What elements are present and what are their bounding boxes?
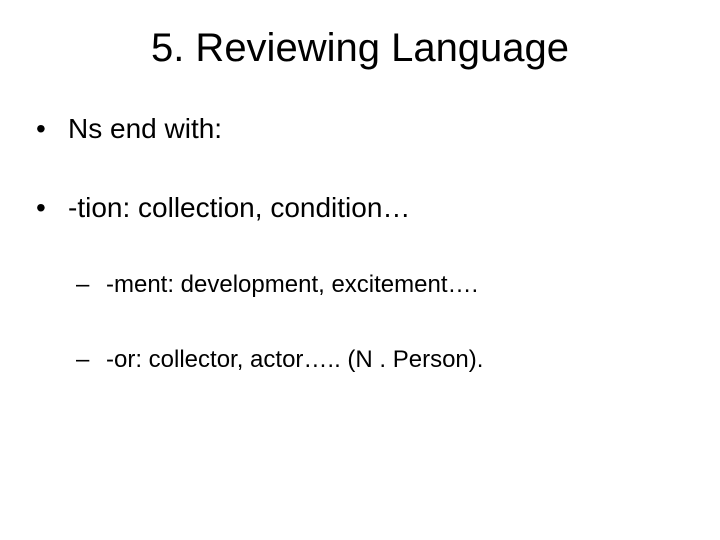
sub-bullet-item: -ment: development, excitement…. [28,269,692,300]
slide: 5. Reviewing Language Ns end with: -tion… [0,0,720,540]
bullet-item: Ns end with: [28,111,692,146]
slide-title: 5. Reviewing Language [0,0,720,71]
bullet-text: -tion: collection, condition… [68,192,410,223]
sub-bullet-item: -or: collector, actor….. (N . Person). [28,344,692,375]
sub-bullet-text: -or: collector, actor….. (N . Person). [106,346,483,373]
bullet-item: -tion: collection, condition… [28,190,692,225]
sub-bullet-text: -ment: development, excitement…. [106,271,478,298]
slide-body: Ns end with: -tion: collection, conditio… [0,71,720,375]
bullet-list-level2: -ment: development, excitement…. -or: co… [28,269,692,375]
bullet-list-level1: Ns end with: -tion: collection, conditio… [28,111,692,225]
bullet-text: Ns end with: [68,113,222,144]
